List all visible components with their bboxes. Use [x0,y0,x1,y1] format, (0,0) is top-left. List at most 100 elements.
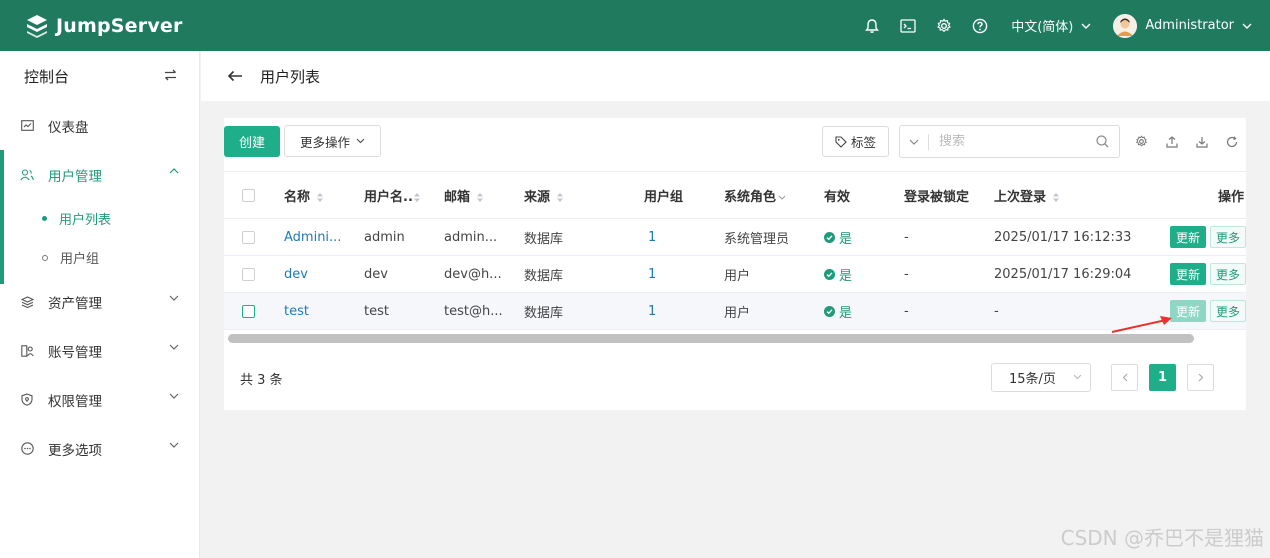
sidebar-item-permissions[interactable]: 权限管理 [0,375,199,424]
user-groups-link[interactable]: 1 [648,230,656,245]
back-arrow-icon[interactable] [227,67,245,85]
col-header-source[interactable]: 来源 [524,190,550,205]
sort-icon[interactable] [316,192,324,203]
col-header-email[interactable]: 邮箱 [444,190,470,205]
cell-source: 数据库 [524,255,644,293]
sidebar-title: 控制台 [24,67,70,86]
valid-status: 是 [824,302,852,321]
sidebar-subitem-user-list[interactable]: 用户列表 [0,199,199,238]
sidebar-item-accounts[interactable]: 账号管理 [0,326,199,375]
bullet-icon [42,216,47,221]
row-checkbox[interactable] [242,230,255,244]
bell-icon[interactable] [861,15,883,37]
chevron-down-icon [169,393,179,399]
cell-source: 数据库 [524,218,644,256]
sidebar-subitem-user-group[interactable]: 用户组 [0,238,199,277]
page-size-select[interactable]: 15条/页 [991,363,1091,392]
sidebar-item-assets[interactable]: 资产管理 [0,277,199,326]
upload-icon[interactable] [1164,134,1179,149]
brand-logo[interactable]: JumpServer [24,13,183,39]
row-checkbox[interactable] [242,304,255,318]
chevron-left-icon [1122,373,1127,382]
select-all-checkbox[interactable] [242,188,255,202]
settings-icon[interactable] [1134,134,1149,149]
sidebar-item-more-options[interactable]: 更多选项 [0,424,199,473]
user-groups-link[interactable]: 1 [648,267,656,282]
refresh-icon[interactable] [1224,134,1239,149]
swap-icon[interactable] [164,67,177,85]
chevron-down-icon [909,139,919,145]
sort-icon[interactable] [556,192,564,203]
watermark: CSDN @乔巴不是狸猫 [1060,526,1264,550]
more-icon [20,442,34,456]
total-count: 共 3 条 [240,373,283,388]
create-button[interactable]: 创建 [224,126,280,157]
user-menu[interactable]: Administrator [1113,13,1252,38]
search-field-dropdown[interactable] [900,139,928,145]
more-actions-label: 更多操作 [299,134,350,150]
filter-chevron-icon[interactable] [778,195,786,200]
cell-email: admin... [444,218,524,256]
cell-role: 用户 [724,292,824,330]
cell-locked: - [904,218,994,256]
col-header-last-login[interactable]: 上次登录 [994,190,1046,205]
chevron-down-icon [1073,374,1082,380]
next-page-button[interactable] [1187,364,1214,391]
sidebar-item-users[interactable]: 用户管理 [0,150,199,199]
user-groups-link[interactable]: 1 [648,304,656,319]
check-circle-icon [824,305,835,317]
cell-username: admin [364,218,444,256]
annotation-arrow-icon [1111,316,1172,333]
sidebar-item-label: 仪表盘 [48,119,89,136]
chevron-down-icon [169,442,179,448]
col-header-name[interactable]: 名称 [284,190,310,205]
sidebar-item-label: 用户管理 [48,168,102,185]
page-title: 用户列表 [260,67,321,86]
sort-icon[interactable] [476,192,484,203]
prev-page-button[interactable] [1111,364,1138,391]
language-selector[interactable]: 中文(简体) [1011,16,1091,35]
tag-filter-button[interactable]: 标签 [822,126,889,157]
user-name-link[interactable]: dev [284,267,308,282]
update-button[interactable]: 更新 [1170,263,1206,285]
table-row: dev dev dev@h... 数据库 1 用户 是 - 2025/01/17… [224,255,1246,293]
valid-status: 是 [824,228,852,247]
brand-name: JumpServer [56,14,183,37]
update-button[interactable]: 更新 [1170,226,1206,248]
chevron-up-icon [169,168,179,174]
more-button[interactable]: 更多 [1210,300,1246,322]
page-number[interactable]: 1 [1149,364,1176,391]
dashboard-icon [20,119,34,133]
more-button[interactable]: 更多 [1210,263,1246,285]
cell-locked: - [904,255,994,293]
more-button[interactable]: 更多 [1210,226,1246,248]
sidebar-header: 控制台 [0,51,199,101]
help-icon[interactable] [969,15,991,37]
user-name-link[interactable]: test [284,304,309,319]
sidebar-item-dashboard[interactable]: 仪表盘 [0,101,199,150]
chevron-down-icon [1081,23,1091,29]
col-header-locked: 登录被锁定 [904,189,970,205]
search-input[interactable] [939,134,1089,149]
search-icon[interactable] [1096,135,1109,152]
terminal-icon[interactable] [897,15,919,37]
page-header: 用户列表 [201,51,1270,101]
more-actions-button[interactable]: 更多操作 [284,125,381,157]
sort-icon[interactable] [1052,192,1060,203]
sidebar-subitem-label: 用户列表 [59,213,112,228]
cell-email: test@h... [444,292,524,330]
gear-icon[interactable] [933,15,955,37]
page-size-label: 15条/页 [1009,372,1056,387]
language-label: 中文(简体) [1011,20,1074,35]
col-header-role[interactable]: 系统角色 [724,190,776,205]
user-name-link[interactable]: Admini... [284,230,341,245]
user-name: Administrator [1145,18,1234,33]
col-header-username[interactable]: 用户名.. [364,190,413,205]
row-checkbox[interactable] [242,267,255,281]
check-circle-icon [824,231,835,243]
sidebar: 控制台 仪表盘 用户管理 用户列表 用户组 资产管理 账号管理 权限管理 更多选… [0,51,200,558]
sort-icon[interactable] [413,192,421,203]
download-icon[interactable] [1194,134,1209,149]
horizontal-scrollbar[interactable] [228,334,1194,343]
cell-email: dev@h... [444,255,524,293]
